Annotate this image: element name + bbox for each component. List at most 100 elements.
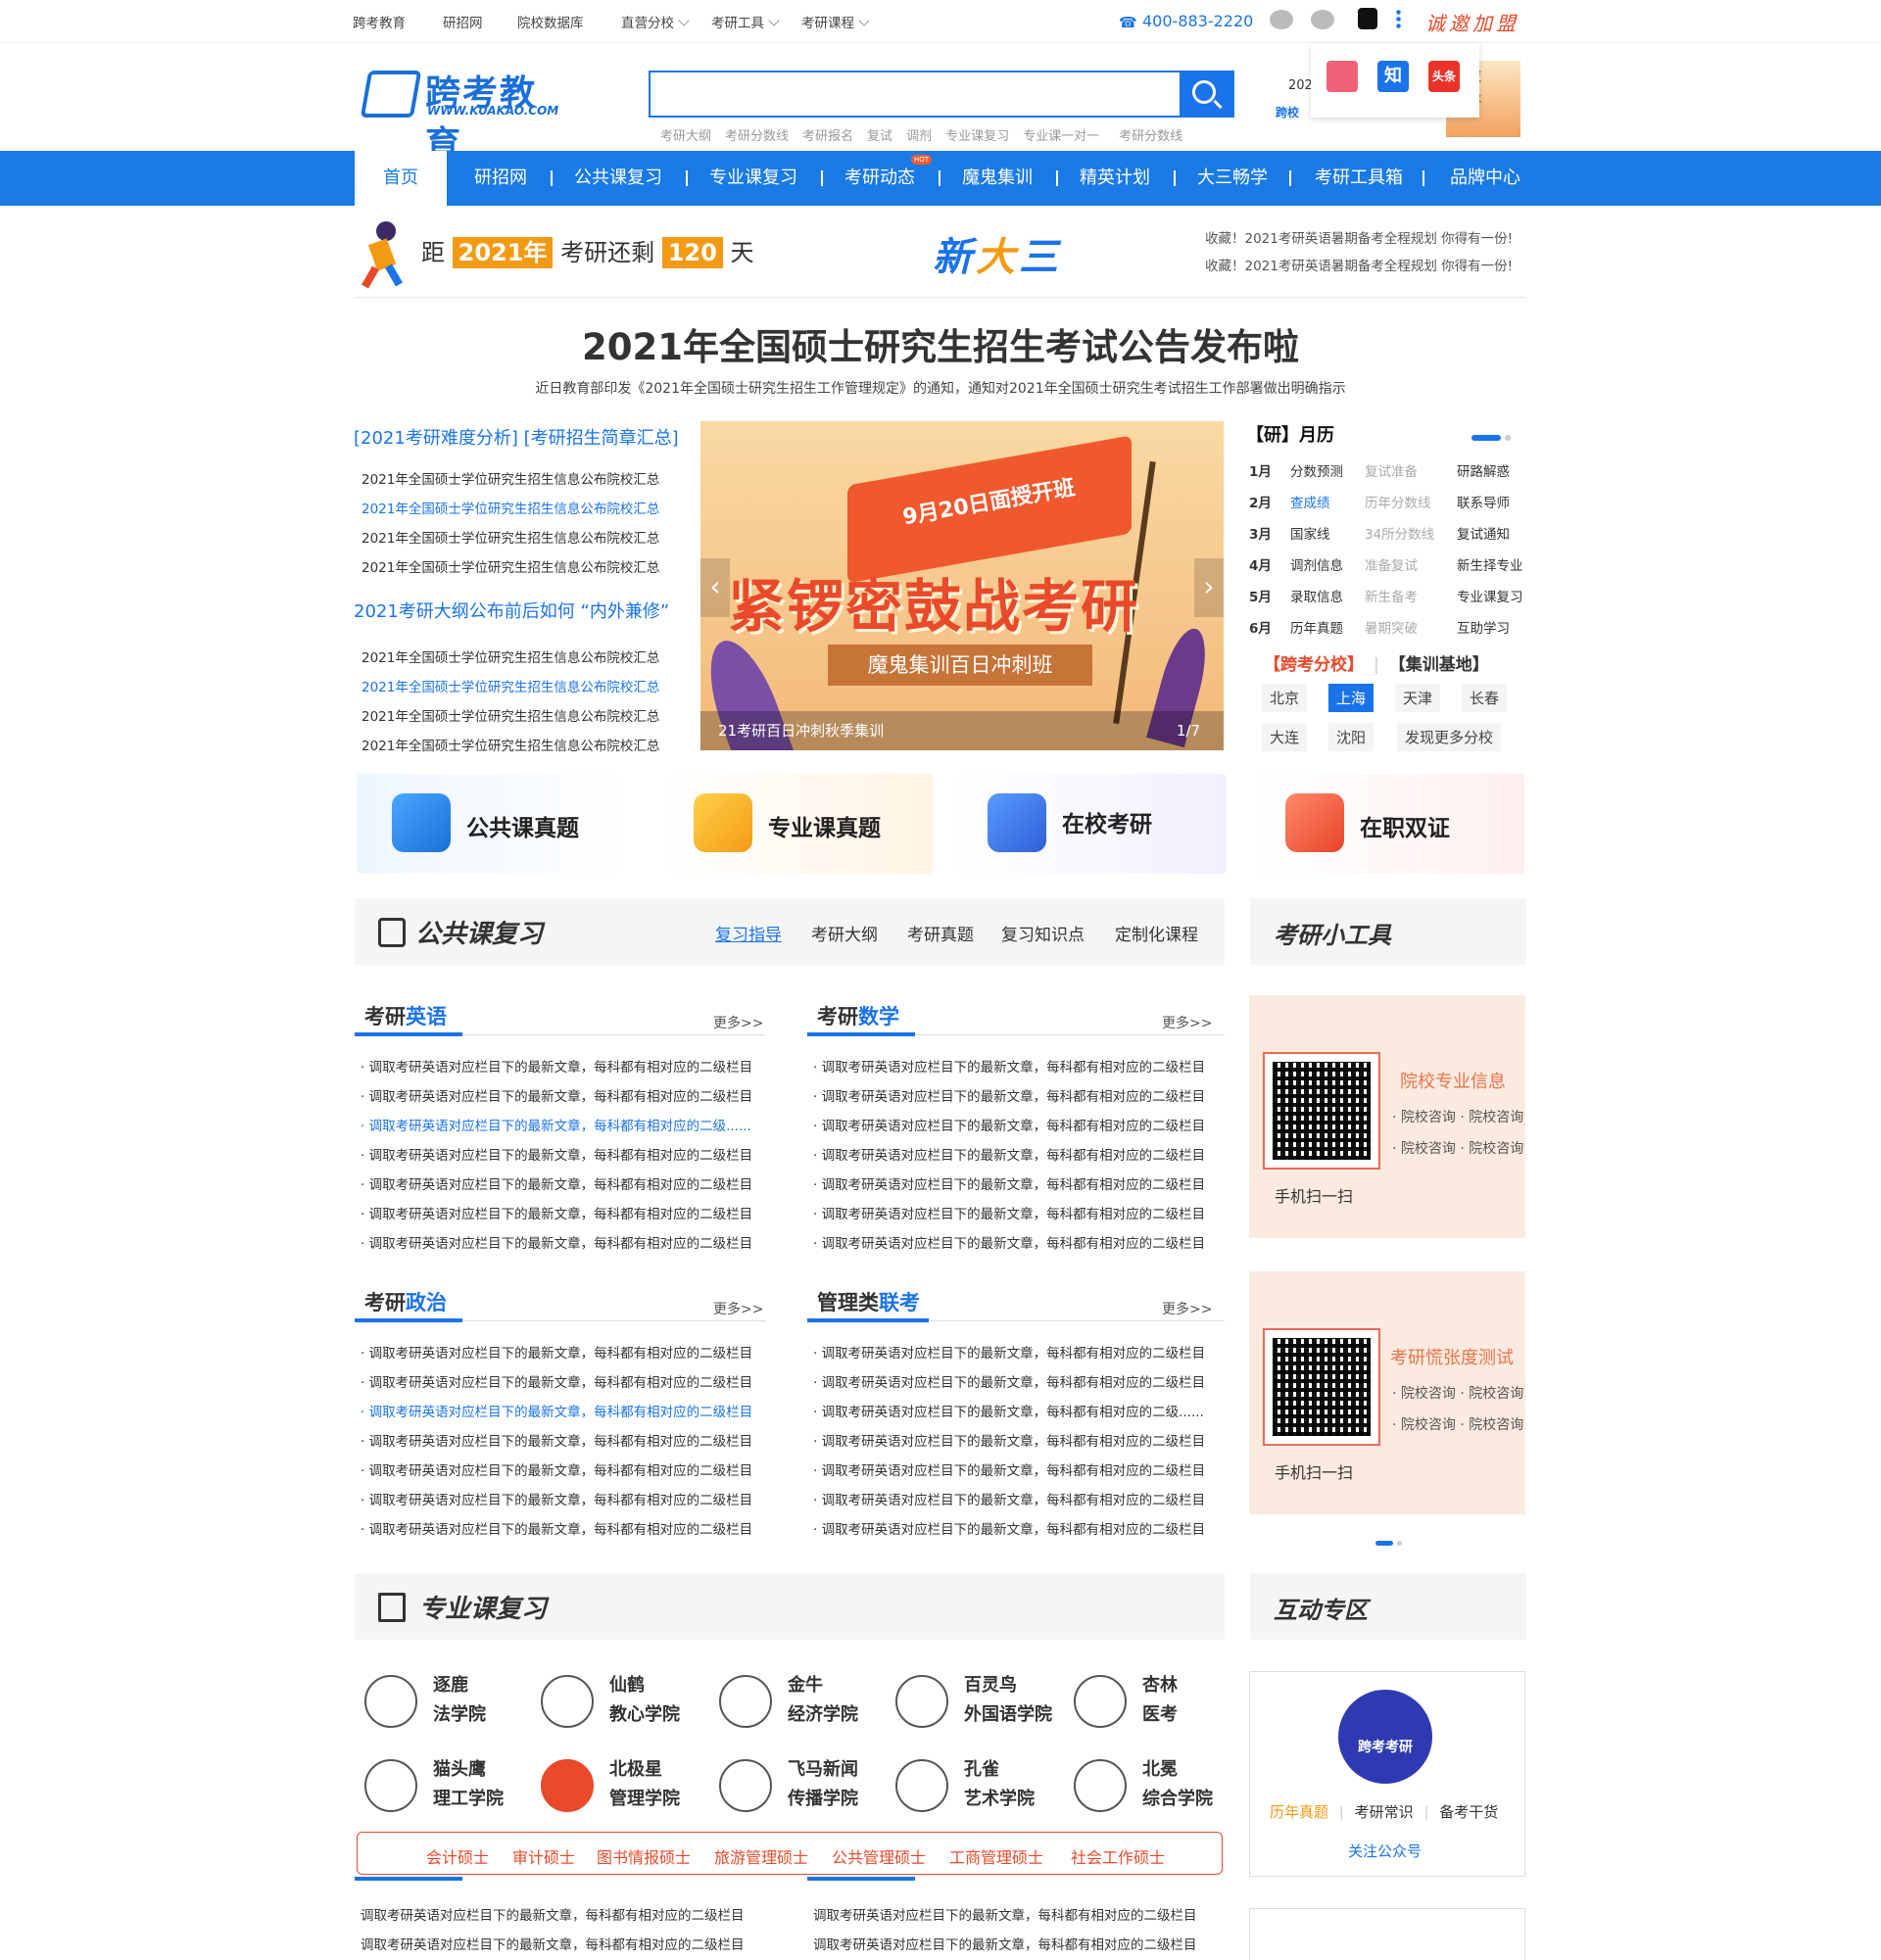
hot-link[interactable]: 考研分数线 [725, 129, 789, 144]
calendar-link[interactable]: 准备复试 [1365, 554, 1457, 574]
follow-account-link[interactable]: 关注公众号 [1348, 1840, 1422, 1861]
tool-card[interactable]: 考研慌张度测试 · 院校咨询 · 院校咨询 · 院校咨询 · 院校咨询 手机扫一… [1249, 1271, 1525, 1514]
article-link[interactable]: · 调取考研英语对应栏目下的最新文章，每科都有相对应的二级栏目 [361, 1430, 752, 1450]
article-link[interactable]: · 调取考研英语对应栏目下的最新文章，每科都有相对应的二级栏目 [361, 1173, 752, 1193]
toutiao-icon[interactable]: 头条 [1428, 61, 1460, 92]
more-link[interactable]: 更多>> [713, 1013, 763, 1032]
column-title-english[interactable]: 考研英语 [364, 1001, 447, 1030]
pager-dot-active[interactable] [1471, 435, 1501, 441]
college-link[interactable]: 飞马新闻 传播学院 [719, 1753, 895, 1822]
top-link-branches[interactable]: 直营分校 [621, 12, 690, 31]
calendar-link[interactable]: 历年分数线 [1365, 492, 1457, 511]
carousel-prev-button[interactable]: ‹ [700, 558, 730, 617]
article-link[interactable]: · 调取考研英语对应栏目下的最新文章，每科都有相对应的二级栏目 [813, 1144, 1205, 1164]
card-campus-exams[interactable]: 在校考研 [952, 774, 1227, 874]
calendar-link[interactable]: 历年真题 [1290, 617, 1365, 637]
article-link[interactable]: · 调取考研英语对应栏目下的最新文章，每科都有相对应的二级栏目 [361, 1203, 752, 1222]
article-link[interactable]: · 调取考研英语对应栏目下的最新文章，每科都有相对应的二级栏目 [361, 1371, 752, 1391]
more-link[interactable]: 更多>> [1162, 1013, 1212, 1032]
article-link[interactable]: 调取考研英语对应栏目下的最新文章，每科都有相对应的二级栏目 [361, 1904, 745, 1924]
news-item[interactable]: 2021年全国硕士学位研究生招生信息公布院校汇总 [362, 498, 659, 517]
weibo-icon[interactable] [1311, 10, 1334, 29]
calendar-link[interactable]: 调剂信息 [1290, 554, 1365, 574]
notice-link[interactable]: 收藏！2021考研英语暑期备考全程规划 你得有一份! [1205, 227, 1513, 247]
calendar-link[interactable]: 查成绩 [1290, 492, 1365, 511]
hot-link[interactable]: 考研分数线 [1119, 129, 1182, 144]
news-title-link[interactable]: [2021考研难度分析] [考研招生简章汇总] [354, 424, 679, 450]
nav-item-training[interactable]: 魔鬼集训 [962, 151, 1033, 206]
junior-banner-logo[interactable]: 新大三 [933, 225, 1062, 282]
hot-link[interactable]: 专业课一对一 [1023, 129, 1099, 144]
tab-syllabus[interactable]: 考研大纲 [811, 921, 878, 945]
news-item[interactable]: 2021年全国硕士学位研究生招生信息公布院校汇总 [362, 527, 659, 547]
card-public-exams[interactable]: 公共课真题 [357, 774, 631, 874]
news-item[interactable]: 2021年全国硕士学位研究生招生信息公布院校汇总 [362, 735, 659, 754]
article-link[interactable]: · 调取考研英语对应栏目下的最新文章，每科都有相对应的二级栏目 [813, 1459, 1205, 1479]
tool-link[interactable]: · 院校咨询 · 院校咨询 [1392, 1383, 1523, 1403]
article-link[interactable]: · 调取考研英语对应栏目下的最新文章，每科都有相对应的二级栏目 [813, 1173, 1205, 1193]
tool-card[interactable]: 院校专业信息 · 院校咨询 · 院校咨询 · 院校咨询 · 院校咨询 手机扫一扫 [1249, 995, 1525, 1238]
pager-dot-active[interactable] [1375, 1541, 1393, 1546]
hot-link[interactable]: 专业课复习 [945, 129, 1009, 144]
tool-pager[interactable] [1375, 1534, 1402, 1550]
calendar-link[interactable]: 新生择专业 [1457, 554, 1523, 574]
city-link[interactable]: 大连 [1262, 723, 1308, 751]
article-link[interactable]: · 调取考研英语对应栏目下的最新文章，每科都有相对应的二级栏目 [813, 1489, 1205, 1508]
nav-item-public[interactable]: 公共课复习 [574, 151, 662, 206]
calendar-link[interactable]: 34所分数线 [1365, 523, 1457, 543]
article-link[interactable]: · 调取考研英语对应栏目下的最新文章，每科都有相对应的二级栏目 [361, 1518, 752, 1538]
article-link[interactable]: · 调取考研英语对应栏目下的最新文章，每科都有相对应的二级...... [361, 1115, 751, 1134]
nav-home[interactable]: 首页 [355, 151, 447, 206]
carousel-next-button[interactable]: › [1194, 558, 1224, 617]
tab-real-exams[interactable]: 考研真题 [907, 921, 974, 945]
calendar-pager[interactable] [1471, 429, 1511, 445]
banner-carousel[interactable]: 9月20日面授开班 紧锣密鼓战考研 魔鬼集训百日冲刺班 ‹ › 21考研百日冲刺… [700, 421, 1224, 750]
search-input[interactable] [651, 72, 1170, 116]
zhihu-icon[interactable]: 知 [1377, 61, 1409, 92]
join-us-link[interactable]: 诚邀加盟 [1425, 8, 1519, 36]
tool-link[interactable]: · 院校咨询 · 院校咨询 [1392, 1414, 1523, 1434]
article-link[interactable]: · 调取考研英语对应栏目下的最新文章，每科都有相对应的二级栏目 [361, 1232, 752, 1252]
column-title-math[interactable]: 考研数学 [817, 1001, 899, 1030]
article-link[interactable]: · 调取考研英语对应栏目下的最新文章，每科都有相对应的二级栏目 [813, 1342, 1205, 1362]
master-link[interactable]: 会计硕士 [426, 1844, 489, 1868]
tool-link[interactable]: · 院校咨询 · 院校咨询 [1392, 1138, 1523, 1158]
article-link[interactable]: · 调取考研英语对应栏目下的最新文章，每科都有相对应的二级栏目 [361, 1342, 752, 1362]
college-link[interactable]: 北极星 管理学院 [541, 1753, 717, 1822]
card-onjob-degree[interactable]: 在职双证 [1250, 774, 1524, 874]
calendar-link[interactable]: 暑期突破 [1365, 617, 1457, 637]
nav-item-junior[interactable]: 大三畅学 [1197, 151, 1268, 206]
master-link[interactable]: 审计硕士 [512, 1844, 575, 1868]
more-link[interactable]: 更多>> [713, 1299, 763, 1318]
college-link[interactable]: 孔雀 艺术学院 [895, 1753, 1072, 1822]
college-link[interactable]: 百灵鸟 外国语学院 [895, 1669, 1072, 1738]
article-link[interactable]: · 调取考研英语对应栏目下的最新文章，每科都有相对应的二级栏目 [813, 1371, 1205, 1391]
article-link[interactable]: · 调取考研英语对应栏目下的最新文章，每科都有相对应的二级栏目 [813, 1056, 1205, 1076]
master-link[interactable]: 社会工作硕士 [1071, 1844, 1165, 1868]
college-link[interactable]: 杏林 医考 [1074, 1669, 1250, 1738]
nav-item-yanzhao[interactable]: 研招网 [474, 151, 527, 206]
master-link[interactable]: 旅游管理硕士 [714, 1844, 808, 1868]
article-link[interactable]: · 调取考研英语对应栏目下的最新文章，每科都有相对应的二级栏目 [813, 1232, 1205, 1252]
tab-branches[interactable]: 【跨考分校】 [1264, 655, 1364, 675]
douyin-icon[interactable] [1358, 8, 1377, 29]
article-link[interactable]: 调取考研英语对应栏目下的最新文章，每科都有相对应的二级栏目 [361, 1934, 745, 1953]
calendar-link[interactable]: 联系导师 [1457, 492, 1510, 511]
article-link[interactable]: 调取考研英语对应栏目下的最新文章，每科都有相对应的二级栏目 [813, 1904, 1197, 1924]
wechat-icon[interactable] [1270, 10, 1293, 29]
calendar-link[interactable]: 复试通知 [1457, 523, 1510, 543]
hot-link[interactable]: 考研大纲 [660, 129, 711, 144]
tab-custom-course[interactable]: 定制化课程 [1115, 921, 1198, 945]
nav-item-brand[interactable]: 品牌中心 [1450, 151, 1520, 206]
article-link[interactable]: · 调取考研英语对应栏目下的最新文章，每科都有相对应的二级栏目 [361, 1085, 752, 1105]
article-link[interactable]: · 调取考研英语对应栏目下的最新文章，每科都有相对应的二级栏目 [361, 1489, 752, 1508]
calendar-link[interactable]: 新生备考 [1365, 586, 1457, 605]
city-link[interactable]: 天津 [1395, 684, 1441, 712]
article-link[interactable]: 调取考研英语对应栏目下的最新文章，每科都有相对应的二级栏目 [813, 1934, 1197, 1953]
news-title-link[interactable]: 2021考研大纲公布前后如何 “内外兼修” [354, 598, 669, 623]
article-link[interactable]: · 调取考研英语对应栏目下的最新文章，每科都有相对应的二级...... [813, 1401, 1204, 1420]
college-link[interactable]: 逐鹿 法学院 [364, 1669, 541, 1738]
headline-title[interactable]: 2021年全国硕士研究生招生考试公告发布啦 [0, 317, 1881, 370]
pager-dot[interactable] [1505, 435, 1511, 441]
news-item[interactable]: 2021年全国硕士学位研究生招生信息公布院校汇总 [362, 468, 659, 488]
